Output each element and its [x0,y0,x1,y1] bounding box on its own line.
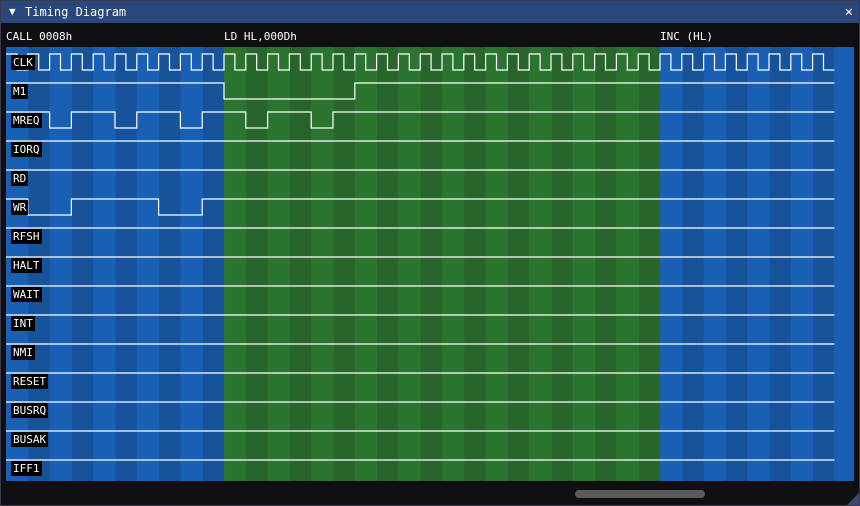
instruction-label: CALL 0008h [6,30,73,43]
signal-label-rfsh: RFSH [11,229,42,244]
signal-label-halt: HALT [11,258,42,273]
collapse-arrow-icon[interactable]: ▼ [9,1,16,23]
cycle-stripe [311,47,334,481]
horizontal-scrollbar[interactable] [6,487,854,501]
cycle-stripe [115,47,138,481]
timing-canvas [6,47,854,481]
signal-label-wr: WR [11,200,29,215]
window-titlebar[interactable]: ▼ Timing Diagram ✕ [1,1,859,23]
cycle-stripe [245,47,269,481]
timing-diagram-window: ▼ Timing Diagram ✕ CALL 0008h LD HL,000Dh… [0,0,860,506]
signal-label-iff1: IFF1 [11,461,42,476]
signal-label-clk: CLK [11,55,35,70]
instruction-label: INC (HL) [660,30,713,43]
resize-grip-icon[interactable] [847,493,859,505]
cycle-stripe [834,47,854,481]
signal-label-mreq: MREQ [11,113,42,128]
close-icon[interactable]: ✕ [845,1,853,23]
signal-label-iorq: IORQ [11,142,42,157]
signal-label-busrq: BUSRQ [11,403,49,418]
scrollbar-thumb[interactable] [575,490,705,498]
signal-label-rd: RD [11,171,29,186]
cycle-stripe [49,47,72,481]
signal-label-m1: M1 [11,84,29,99]
window-title: Timing Diagram [25,5,127,19]
signal-label-nmi: NMI [11,345,35,360]
signal-label-reset: RESET [11,374,49,389]
signal-label-wait: WAIT [11,287,42,302]
cycle-stripe [180,47,203,481]
timing-plot[interactable]: CLK M1 MREQ IORQ RD WR RFSH HALT WAIT INT NMI RESET… [6,47,854,481]
instruction-label: LD HL,000Dh [224,30,297,43]
signal-label-int: INT [11,316,35,331]
signal-label-busak: BUSAK [11,432,49,447]
instruction-header: CALL 0008h LD HL,000Dh INC (HL) [1,23,859,47]
